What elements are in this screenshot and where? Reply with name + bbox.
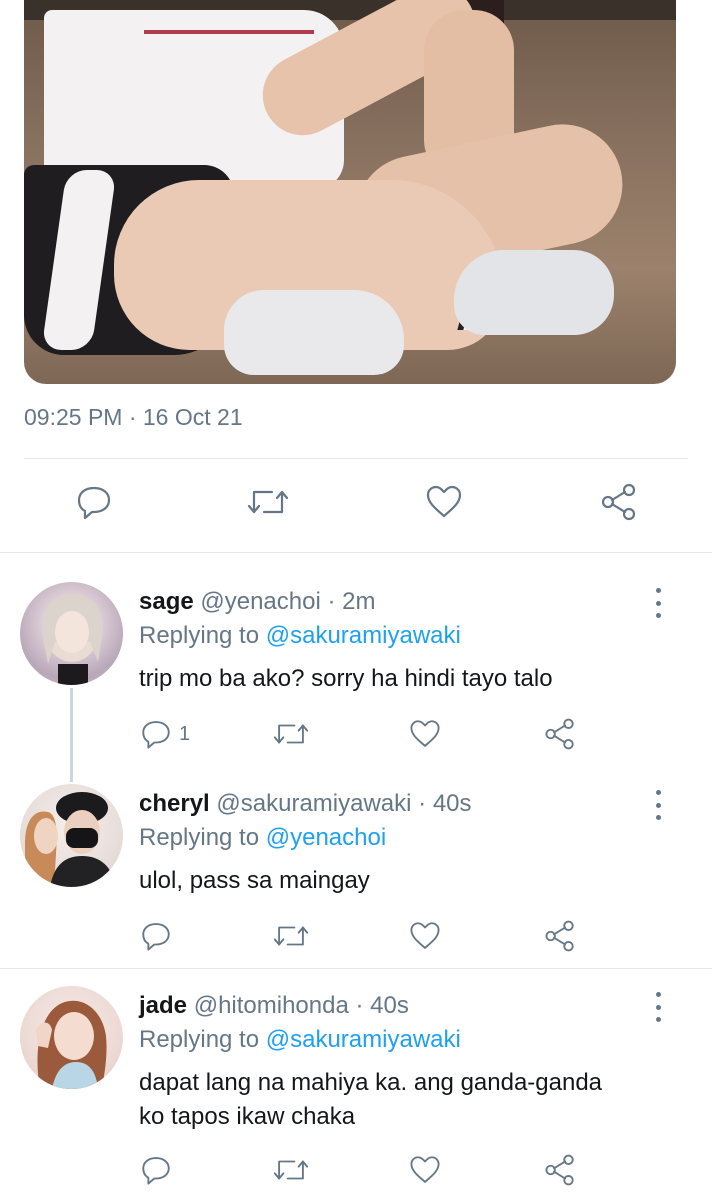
reply-icon <box>142 721 170 749</box>
tweet-media-image[interactable] <box>24 0 676 384</box>
retweet-button[interactable] <box>272 1152 310 1188</box>
avatar-portrait <box>41 593 103 685</box>
more-options-button[interactable] <box>648 992 668 1022</box>
like-icon <box>410 922 440 949</box>
user-handle[interactable]: @hitomihonda <box>194 992 349 1019</box>
replying-to-line: Replying to @sakuramiyawaki <box>139 622 461 650</box>
more-dot <box>655 802 661 808</box>
mention-link[interactable]: @yenachoi <box>266 824 386 851</box>
reply-icon <box>142 923 170 951</box>
retweet-icon <box>273 1160 309 1180</box>
share-button[interactable] <box>543 918 577 954</box>
share-button[interactable] <box>597 480 641 524</box>
more-dot <box>655 992 661 997</box>
share-icon <box>545 1154 574 1186</box>
user-handle[interactable]: @yenachoi <box>200 588 320 615</box>
photo-shoe <box>224 290 404 375</box>
user-handle[interactable]: @sakuramiyawaki <box>216 790 411 817</box>
reply-button[interactable] <box>72 480 116 524</box>
like-button[interactable] <box>408 918 442 954</box>
more-options-button[interactable] <box>648 790 668 820</box>
more-dot <box>655 1017 661 1022</box>
reply-icon <box>142 1157 170 1185</box>
reply-tweet[interactable]: cheryl @sakuramiyawaki · 40s Replying to… <box>0 780 712 960</box>
reply-header: cheryl @sakuramiyawaki · 40s <box>139 790 472 818</box>
replying-to-line: Replying to @sakuramiyawaki <box>139 1026 461 1054</box>
avatar[interactable] <box>20 986 123 1089</box>
avatar[interactable] <box>20 582 123 685</box>
replying-to-prefix: Replying to <box>139 824 266 851</box>
share-icon <box>601 483 636 521</box>
more-dot <box>655 613 661 618</box>
retweet-button[interactable] <box>272 918 310 954</box>
more-dot <box>655 588 661 593</box>
replying-to-prefix: Replying to <box>139 622 266 649</box>
divider <box>0 552 712 553</box>
mention-link[interactable]: @sakuramiyawaki <box>266 1026 461 1053</box>
more-dot <box>655 790 661 795</box>
retweet-icon <box>273 926 309 946</box>
avatar-portrait <box>36 1000 107 1089</box>
reply-action-bar: 1 <box>0 716 712 756</box>
reply-count: 1 <box>179 722 191 745</box>
avatar-portrait <box>25 792 116 887</box>
reply-text: trip mo ba ako? sorry ha hindi tayo talo <box>139 665 553 692</box>
retweet-button[interactable] <box>246 480 290 524</box>
reply-tweet[interactable]: sage @yenachoi · 2m Replying to @sakuram… <box>0 578 712 758</box>
retweet-icon <box>273 724 309 744</box>
divider <box>24 458 688 459</box>
display-name[interactable]: sage <box>139 588 194 615</box>
like-button[interactable] <box>408 716 442 752</box>
reply-action-bar <box>0 918 712 958</box>
reply-button[interactable] <box>139 1152 173 1188</box>
display-name[interactable]: cheryl <box>139 790 210 817</box>
reply-button[interactable] <box>139 918 173 954</box>
photo-collar <box>144 10 314 34</box>
like-icon <box>410 720 440 747</box>
avatar[interactable] <box>20 784 123 887</box>
like-icon <box>410 1156 440 1183</box>
mention-link[interactable]: @sakuramiyawaki <box>266 622 461 649</box>
reply-header: sage @yenachoi · 2m <box>139 588 375 616</box>
reply-header: jade @hitomihonda · 40s <box>139 992 409 1020</box>
more-dot <box>655 600 661 606</box>
more-options-button[interactable] <box>648 588 668 618</box>
replying-to-line: Replying to @yenachoi <box>139 824 386 852</box>
reply-tweet[interactable]: jade @hitomihonda · 40s Replying to @sak… <box>0 982 712 1200</box>
more-dot <box>655 1004 661 1010</box>
reply-time: · 40s <box>348 992 409 1019</box>
replying-to-prefix: Replying to <box>139 1026 266 1053</box>
more-dot <box>655 815 661 820</box>
retweet-icon <box>247 490 289 514</box>
display-name[interactable]: jade <box>139 992 187 1019</box>
tweet-action-bar <box>0 480 712 540</box>
like-icon <box>426 485 462 518</box>
share-button[interactable] <box>543 1152 577 1188</box>
share-button[interactable] <box>543 716 577 752</box>
divider <box>0 968 712 969</box>
reply-text: dapat lang na mahiya ka. ang ganda-ganda… <box>139 1069 603 1130</box>
reply-text: ulol, pass sa maingay <box>139 867 370 894</box>
retweet-button[interactable] <box>272 716 310 752</box>
like-button[interactable] <box>422 480 466 524</box>
reply-time: · 2m <box>320 588 376 615</box>
share-icon <box>545 718 574 750</box>
reply-button[interactable]: 1 <box>139 716 190 752</box>
photo-shoe <box>454 250 614 335</box>
tweet-timestamp: 09:25 PM · 16 Oct 21 <box>24 404 243 430</box>
reply-action-bar <box>0 1152 712 1192</box>
share-icon <box>545 920 574 952</box>
reply-icon <box>77 486 111 520</box>
like-button[interactable] <box>408 1152 442 1188</box>
reply-time: · 40s <box>411 790 472 817</box>
